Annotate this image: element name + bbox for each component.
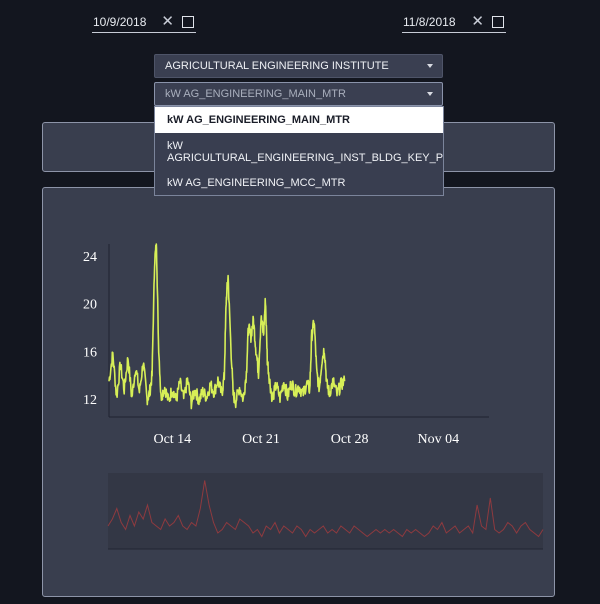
site-select[interactable]: AGRICULTURAL ENGINEERING INSTITUTE (154, 54, 443, 78)
clear-start-date-icon[interactable]: ✕ (161, 12, 174, 32)
meter-dropdown-menu: kW AG_ENGINEERING_MAIN_MTR kW AGRICULTUR… (154, 106, 444, 196)
x-tick-label: Nov 04 (418, 432, 460, 447)
x-tick-label: Oct 14 (153, 432, 191, 447)
meter-option-kpi[interactable]: kW AGRICULTURAL_ENGINEERING_INST_BLDG_KE… (155, 140, 443, 164)
start-calendar-icon[interactable] (182, 16, 194, 28)
meter-select[interactable]: kW AG_ENGINEERING_MAIN_MTR (154, 82, 443, 106)
y-tick-label: 20 (83, 298, 97, 313)
chart-panel: 12 16 20 24 Oct 14 Oct 21 Oct 28 Nov 04 (42, 187, 555, 597)
end-date-value: 11/8/2018 (403, 15, 456, 29)
start-date-field[interactable]: 10/9/2018 ✕ (92, 12, 196, 33)
meter-option-kpi-name: AGRICULTURAL_ENGINEERING_INST_BLDG_KEY_P… (167, 152, 443, 164)
power-chart: 12 16 20 24 Oct 14 Oct 21 Oct 28 Nov 04 (83, 243, 544, 550)
meter-select-chevron-down-icon (427, 92, 433, 96)
meter-option-kpi-unit: kW (167, 140, 183, 152)
app-root: 10/9/2018 ✕ 11/8/2018 ✕ AGRICULTURAL ENG… (0, 0, 600, 604)
y-tick-label: 24 (83, 250, 97, 265)
meter-option-mcc[interactable]: kW AG_ENGINEERING_MCC_MTR (155, 176, 443, 190)
meter-option-main-label: kW AG_ENGINEERING_MAIN_MTR (167, 114, 350, 126)
meter-option-main[interactable]: kW AG_ENGINEERING_MAIN_MTR (155, 107, 443, 133)
y-axis: 12 16 20 24 (83, 244, 110, 417)
clear-end-date-icon[interactable]: ✕ (471, 12, 484, 32)
meter-select-value: kW AG_ENGINEERING_MAIN_MTR (165, 88, 346, 100)
y-tick-label: 16 (83, 345, 97, 360)
site-select-value: AGRICULTURAL ENGINEERING INSTITUTE (165, 60, 389, 72)
context-background (108, 473, 543, 549)
end-calendar-icon[interactable] (492, 16, 504, 28)
series-line (108, 243, 346, 410)
x-tick-label: Oct 21 (242, 432, 280, 447)
context-plot[interactable] (107, 473, 544, 550)
site-select-chevron-down-icon (427, 64, 433, 68)
end-date-field[interactable]: 11/8/2018 ✕ (402, 12, 506, 33)
x-tick-label: Oct 28 (331, 432, 369, 447)
y-tick-label: 12 (83, 393, 97, 408)
x-axis: Oct 14 Oct 21 Oct 28 Nov 04 (109, 416, 489, 447)
start-date-value: 10/9/2018 (93, 15, 147, 29)
main-plot (108, 243, 346, 410)
meter-option-mcc-label: kW AG_ENGINEERING_MCC_MTR (167, 177, 346, 189)
